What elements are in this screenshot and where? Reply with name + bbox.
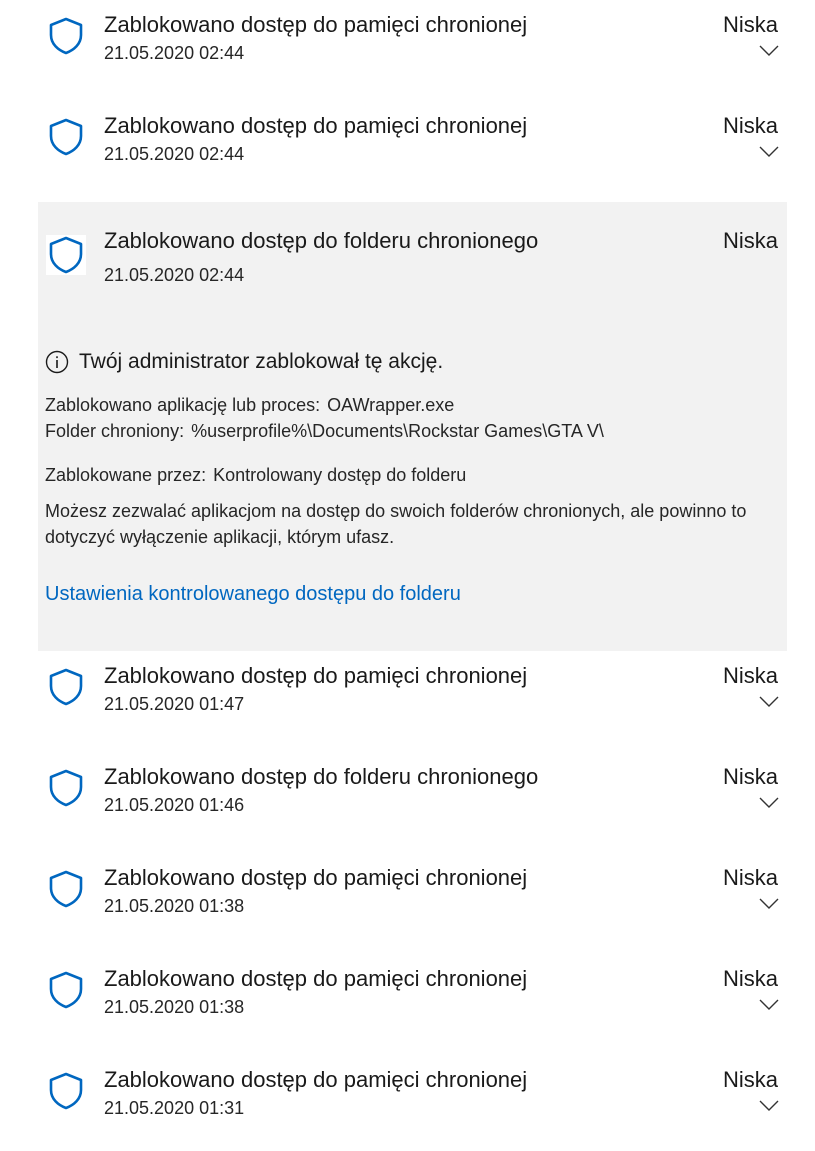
chevron-down-icon[interactable]: [759, 896, 779, 910]
item-title: Zablokowano dostęp do pamięci chronionej: [104, 966, 528, 991]
protected-folder-label: Folder chroniony:: [45, 421, 185, 441]
blocked-by-row: Zablokowane przez: Kontrolowany dostęp do…: [45, 462, 785, 488]
item-title: Zablokowano dostęp do pamięci chronionej: [104, 113, 528, 138]
item-title: Zablokowano dostęp do pamięci chronionej: [104, 1067, 528, 1092]
item-title: Zablokowano dostęp do folderu chronioneg…: [104, 228, 539, 253]
item-title: Zablokowano dostęp do pamięci chronionej: [104, 865, 528, 890]
shield-icon: [46, 235, 86, 275]
admin-notice-text: Twój administrator zablokował tę akcję.: [79, 350, 444, 373]
severity-label: Niska: [722, 1067, 778, 1092]
description-text: Możesz zezwalać aplikacjom na dostęp do …: [45, 501, 747, 547]
severity-label: Niska: [722, 663, 778, 688]
severity-label: Niska: [722, 764, 778, 789]
protected-folder-value: %userprofile%\Documents\Rockstar Games\G…: [191, 421, 604, 441]
protection-history-list: Zablokowano dostęp do pamięci chronionej…: [38, 0, 787, 1151]
shield-icon: [49, 971, 83, 1009]
severity-label: Niska: [722, 966, 778, 991]
shield-icon: [49, 17, 83, 55]
item-date: 21.05.2020 01:46: [104, 795, 245, 815]
item-details: Twój administrator zablokował tę akcję. …: [45, 348, 785, 608]
shield-icon: [49, 769, 83, 807]
item-date: 21.05.2020 01:38: [104, 896, 245, 916]
shield-icon: [49, 1072, 83, 1110]
list-item[interactable]: Zablokowano dostęp do folderu chronioneg…: [38, 752, 787, 853]
list-item[interactable]: Zablokowano dostęp do pamięci chronionej…: [38, 853, 787, 954]
chevron-down-icon[interactable]: [759, 144, 779, 158]
shield-icon: [49, 668, 83, 706]
shield-icon: [49, 118, 83, 156]
protected-folder-row: Folder chroniony: %userprofile%\Documents…: [45, 418, 785, 444]
severity-label: Niska: [722, 12, 778, 37]
item-date: 21.05.2020 02:44: [104, 144, 245, 164]
blocked-app-row: Zablokowano aplikację lub proces: OAWrapp…: [45, 392, 785, 418]
item-date: 21.05.2020 01:47: [104, 694, 245, 714]
admin-notice: Twój administrator zablokował tę akcję.: [45, 348, 785, 376]
item-date: 21.05.2020 01:31: [104, 1098, 245, 1118]
item-date: 21.05.2020 02:44: [104, 43, 245, 63]
item-title: Zablokowano dostęp do pamięci chronionej: [104, 12, 528, 37]
severity-label: Niska: [722, 865, 778, 890]
item-date: 21.05.2020 01:38: [104, 997, 245, 1017]
blocked-by-value: Kontrolowany dostęp do folderu: [213, 465, 467, 485]
list-item-expanded[interactable]: Zablokowano dostęp do folderu chronioneg…: [38, 202, 787, 651]
chevron-down-icon[interactable]: [759, 694, 779, 708]
chevron-down-icon[interactable]: [759, 997, 779, 1011]
blocked-app-value: OAWrapper.exe: [327, 395, 455, 415]
blocked-app-label: Zablokowano aplikację lub proces:: [45, 395, 321, 415]
chevron-down-icon[interactable]: [759, 43, 779, 57]
list-item[interactable]: Zablokowano dostęp do pamięci chronionej…: [38, 651, 787, 752]
list-item[interactable]: Zablokowano dostęp do pamięci chronionej…: [38, 101, 787, 202]
list-item[interactable]: Zablokowano dostęp do pamięci chronionej…: [38, 954, 787, 1055]
chevron-down-icon[interactable]: [759, 1098, 779, 1112]
item-date: 21.05.2020 02:44: [104, 265, 245, 285]
info-icon: [45, 350, 69, 374]
chevron-down-icon[interactable]: [759, 795, 779, 809]
severity-label: Niska: [722, 113, 778, 138]
item-title: Zablokowano dostęp do pamięci chronionej: [104, 663, 528, 688]
item-title: Zablokowano dostęp do folderu chronioneg…: [104, 764, 539, 789]
list-item[interactable]: Zablokowano dostęp do pamięci chronionej…: [38, 0, 787, 101]
blocked-by-label: Zablokowane przez:: [45, 465, 207, 485]
cfa-settings-link[interactable]: Ustawienia kontrolowanego dostępu do fol…: [45, 580, 461, 608]
list-item[interactable]: Zablokowano dostęp do pamięci chronionej…: [38, 1055, 787, 1151]
severity-label: Niska: [722, 228, 778, 253]
shield-icon: [49, 870, 83, 908]
